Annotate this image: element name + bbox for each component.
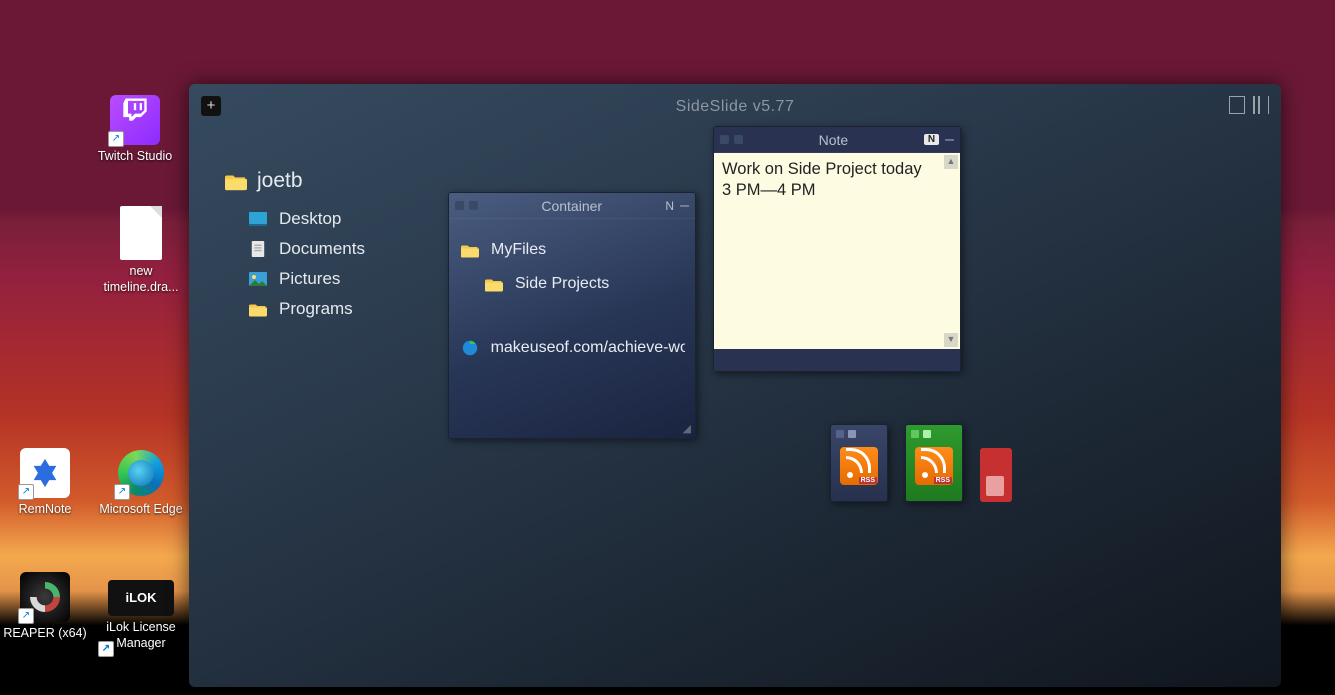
edge-icon: ↗ bbox=[116, 448, 166, 498]
resize-handle[interactable]: ◢ bbox=[683, 422, 691, 435]
tree-item-programs[interactable]: Programs bbox=[247, 294, 365, 324]
desktop-icon-edge[interactable]: ↗ Microsoft Edge bbox=[98, 448, 184, 518]
note-line: Work on Side Project today bbox=[722, 159, 952, 180]
desktop-icon-label: Microsoft Edge bbox=[98, 502, 184, 518]
shortcut-badge-icon: ↗ bbox=[18, 608, 34, 624]
widget-header[interactable]: Container N – bbox=[449, 193, 695, 219]
shortcut-badge-icon: ↗ bbox=[18, 484, 34, 500]
rss-icon: RSS bbox=[840, 447, 878, 485]
twitch-icon: ↗ bbox=[110, 95, 160, 145]
sideslide-window: + SideSlide v5.77 joetb Desktop Document… bbox=[189, 84, 1281, 687]
desktop-icon-label: RemNote bbox=[2, 502, 88, 518]
desktop-icon-twitch[interactable]: ↗ Twitch Studio bbox=[92, 84, 178, 165]
rss-icon: RSS bbox=[915, 447, 953, 485]
widget-minimize-button[interactable]: – bbox=[680, 197, 689, 215]
rss-widget-minimized[interactable]: RSS bbox=[905, 424, 963, 502]
note-widget-minimized[interactable] bbox=[980, 448, 1012, 502]
widget-header-dots[interactable] bbox=[720, 135, 743, 144]
desktop-icon-reaper[interactable]: ↗ REAPER (x64) bbox=[2, 572, 88, 642]
tree-label: joetb bbox=[257, 169, 303, 193]
pictures-icon bbox=[247, 269, 269, 289]
folder-icon bbox=[247, 299, 269, 319]
scroll-up-button[interactable]: ▲ bbox=[944, 155, 958, 169]
tree-label: Pictures bbox=[279, 269, 340, 289]
desktop-icon-remnote[interactable]: ↗ RemNote bbox=[2, 448, 88, 518]
window-title: SideSlide v5.77 bbox=[189, 98, 1281, 116]
container-widget[interactable]: Container N – MyFiles Side Projects make… bbox=[448, 192, 696, 439]
desktop-icon-ilok[interactable]: iLOK ↗ iLok License Manager bbox=[98, 572, 184, 651]
folder-icon bbox=[225, 171, 247, 191]
tree-label: Documents bbox=[279, 239, 365, 259]
tree-item-pictures[interactable]: Pictures bbox=[247, 264, 365, 294]
remnote-icon: ↗ bbox=[20, 448, 70, 498]
note-mini-icon bbox=[986, 476, 1004, 496]
desktop-icon-label: Twitch Studio bbox=[92, 149, 178, 165]
widget-header[interactable]: Note N – bbox=[714, 127, 960, 153]
widget-n-badge[interactable]: N bbox=[924, 134, 939, 145]
container-item-sideprojects[interactable]: Side Projects bbox=[483, 267, 685, 301]
reaper-icon: ↗ bbox=[20, 572, 70, 622]
note-line: 3 PM—4 PM bbox=[722, 180, 952, 201]
shortcut-badge-icon: ↗ bbox=[114, 484, 130, 500]
layout-toggle-button[interactable] bbox=[1229, 96, 1245, 114]
note-footer bbox=[714, 349, 960, 371]
desktop-icon-label: new timeline.dra... bbox=[98, 264, 184, 295]
desktop-icon-label: REAPER (x64) bbox=[2, 626, 88, 642]
item-label: MyFiles bbox=[491, 241, 546, 259]
item-label: Side Projects bbox=[515, 275, 609, 293]
pause-button[interactable] bbox=[1253, 96, 1269, 114]
tree-label: Programs bbox=[279, 299, 353, 319]
file-icon bbox=[120, 206, 162, 260]
tree-item-desktop[interactable]: Desktop bbox=[247, 204, 365, 234]
tree-root[interactable]: joetb bbox=[225, 164, 365, 198]
scroll-down-button[interactable]: ▼ bbox=[944, 333, 958, 347]
folder-icon bbox=[483, 274, 505, 294]
container-item-myfiles[interactable]: MyFiles bbox=[459, 233, 685, 267]
rss-widget-minimized[interactable]: RSS bbox=[830, 424, 888, 502]
tree-label: Desktop bbox=[279, 209, 341, 229]
desktop-icon bbox=[247, 209, 269, 229]
edge-icon bbox=[459, 338, 481, 358]
note-widget[interactable]: Note N – Work on Side Project today 3 PM… bbox=[713, 126, 961, 372]
shortcut-badge-icon: ↗ bbox=[98, 641, 114, 657]
widget-header-dots[interactable] bbox=[831, 425, 887, 443]
item-label: makeuseof.com/achieve-wo bbox=[491, 339, 685, 357]
widget-title: Container bbox=[478, 198, 665, 214]
widget-title: Note bbox=[743, 132, 924, 148]
folder-icon bbox=[459, 240, 481, 260]
widget-minimize-button[interactable]: – bbox=[945, 131, 954, 149]
container-item-link[interactable]: makeuseof.com/achieve-wo bbox=[459, 331, 685, 365]
document-icon bbox=[247, 239, 269, 259]
tree-item-documents[interactable]: Documents bbox=[247, 234, 365, 264]
note-textarea[interactable]: Work on Side Project today 3 PM—4 PM ▲ ▼ bbox=[714, 153, 960, 349]
widget-header-dots[interactable] bbox=[906, 425, 962, 443]
ilok-icon: iLOK ↗ bbox=[108, 580, 174, 616]
widget-n-badge[interactable]: N bbox=[665, 199, 674, 213]
container-body: MyFiles Side Projects makeuseof.com/achi… bbox=[449, 219, 695, 379]
widget-header-dots[interactable] bbox=[455, 201, 478, 210]
desktop-icon-file[interactable]: new timeline.dra... bbox=[98, 206, 184, 295]
folder-tree: joetb Desktop Documents Pictures Program… bbox=[225, 164, 365, 324]
shortcut-badge-icon: ↗ bbox=[108, 131, 124, 147]
